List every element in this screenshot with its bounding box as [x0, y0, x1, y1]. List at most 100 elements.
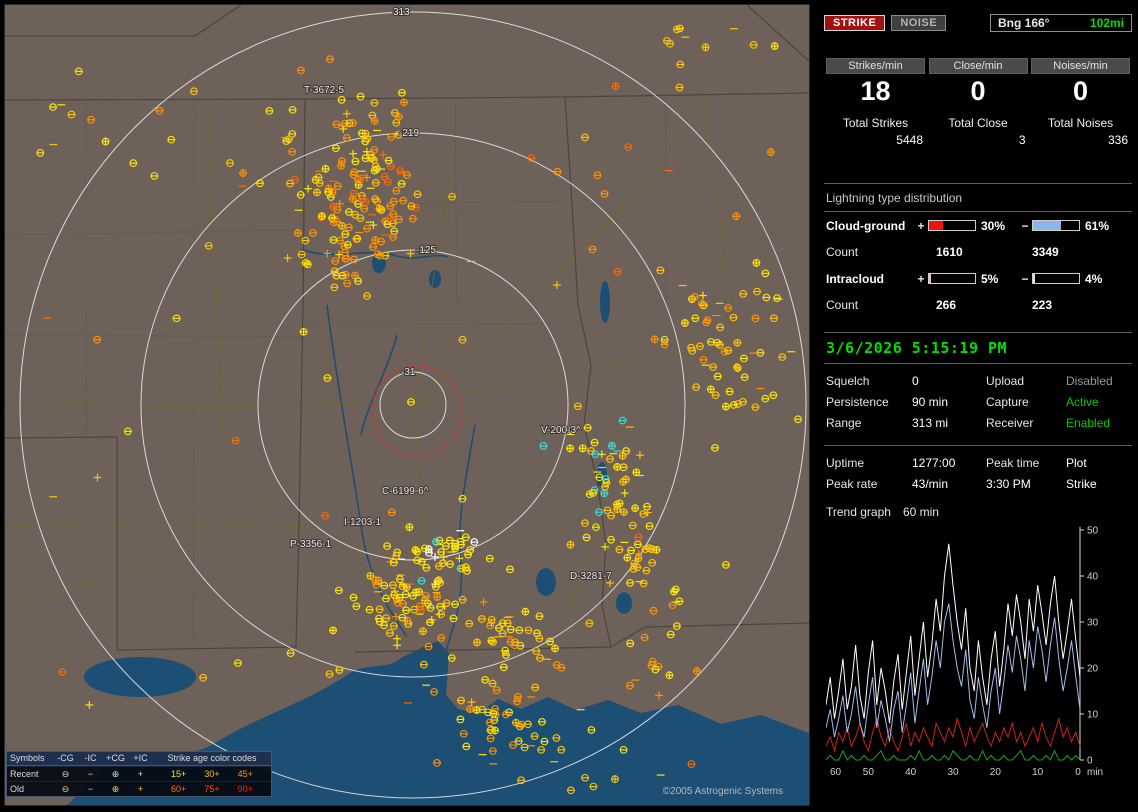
plus-sign: + — [917, 271, 925, 286]
total-noises-label: Total Noises — [1047, 116, 1114, 130]
trend-xtick: 30 — [947, 767, 959, 778]
count-label: Count — [826, 245, 859, 259]
ic-plus-percent: 5% — [981, 271, 999, 286]
trend-series-strikes_per_min — [826, 543, 1081, 724]
strikes-per-min-chip[interactable]: Strikes/min — [826, 58, 925, 74]
ic-plus-bar-fill — [929, 274, 932, 283]
close-per-min-value: 0 — [970, 76, 986, 106]
receiver-status: Enabled — [1066, 415, 1111, 430]
strikes-column: Strikes/min 18 Total Strikes 5448 — [826, 58, 925, 147]
intracloud-count-row: Count 266 223 — [824, 292, 1132, 318]
lake — [536, 568, 556, 596]
peak-rate-row: Peak rate 43/min 3:30 PM Strike — [824, 473, 1132, 494]
trend-x-unit: min — [1087, 767, 1103, 778]
status-row: Persistence 90 min Capture Active — [824, 391, 1132, 412]
legend-symbols-header: Symbols — [10, 753, 45, 763]
noises-per-min-chip[interactable]: Noises/min — [1031, 58, 1130, 74]
cg-minus-percent: 61% — [1085, 218, 1110, 233]
capture-status: Active — [1066, 394, 1099, 409]
strike-button[interactable]: STRIKE — [824, 15, 886, 31]
trend-xtick: 60 — [830, 767, 842, 778]
persistence-value: 90 min — [912, 394, 949, 409]
total-close-label: Total Close — [948, 116, 1008, 130]
cg-minus-bar-fill — [1033, 221, 1062, 230]
lake — [84, 657, 196, 697]
storm-cell-label: C-6199-6^ — [382, 486, 429, 497]
status-row: Range 313 mi Receiver Enabled — [824, 412, 1132, 433]
peak-rate-label: Peak rate — [826, 476, 878, 491]
status-grid: Squelch 0 Upload Disabled Persistence 90… — [824, 370, 1132, 433]
trend-graph: 5040302010060 50 40 30 20 10 0 min — [826, 524, 1126, 780]
trend-xtick: 0 — [1075, 767, 1081, 778]
divider — [824, 445, 1132, 446]
noise-button[interactable]: NOISE — [891, 15, 947, 31]
cg-plus-count: 1610 — [936, 245, 963, 259]
noises-per-min-value: 0 — [1072, 76, 1089, 106]
bearing-readout: Bng 166° 102mi — [990, 14, 1132, 32]
trend-ytick: 30 — [1087, 618, 1099, 629]
upload-status: Disabled — [1066, 373, 1113, 388]
minus-sign: − — [1021, 271, 1029, 286]
trend-xtick: 20 — [990, 767, 1002, 778]
range-ring-label: -31 — [401, 367, 416, 378]
upload-label: Upload — [986, 373, 1025, 388]
close-column: Close/min 0 Total Close 3 — [928, 58, 1028, 147]
status-row: Squelch 0 Upload Disabled — [824, 370, 1132, 391]
trend-ytick: 50 — [1087, 526, 1099, 537]
receiver-label: Receiver — [986, 415, 1034, 430]
legend-row: Old ⊖ − ⊕ +60+ 75+ 90+ — [7, 781, 271, 796]
plus-sign: + — [917, 218, 925, 233]
persistence-label: Persistence — [826, 394, 889, 409]
storm-cell-label: V-200-3^ — [541, 425, 581, 436]
plot-label: Plot — [1066, 455, 1087, 470]
trend-graph-header: Trend graph 60 min — [824, 505, 1132, 519]
trend-xtick: 50 — [863, 767, 875, 778]
cloud-ground-row: Cloud-ground + 30% − 61% — [824, 212, 1132, 239]
capture-label: Capture — [986, 394, 1029, 409]
uptime-row: Uptime 1277:00 Peak time Plot — [824, 452, 1132, 473]
trend-xtick: 40 — [905, 767, 917, 778]
plot-mode-value: Strike — [1066, 476, 1097, 491]
legend-age-header: Strike age color codes — [167, 753, 257, 763]
uptime-grid: Uptime 1277:00 Peak time Plot Peak rate … — [824, 452, 1132, 494]
legend-row: Recent ⊖ − ⊕ +15+ 30+ 45+ — [7, 766, 271, 781]
strikes-per-min-value: 18 — [860, 76, 891, 106]
map-area[interactable]: -31 -125 -219 313 T-3672-5 V-200-3^ C-6199-6^ I… — [4, 4, 810, 806]
range-ring-label: 313 — [393, 7, 410, 18]
cloud-ground-count-row: Count 1610 3349 — [824, 239, 1132, 265]
legend-type-pos-cg: +CG — [106, 753, 125, 763]
trend-series-cloud_ground_neg_per_min — [826, 603, 1081, 742]
peak-time-value: 3:30 PM — [986, 476, 1031, 491]
lightning-map[interactable]: -31 -125 -219 313 T-3672-5 V-200-3^ C-6199-6^ I… — [5, 5, 810, 806]
status-panel: STRIKE NOISE Bng 166° 102mi Strikes/min … — [818, 0, 1138, 812]
count-label: Count — [826, 298, 859, 312]
bearing-distance: 102mi — [1089, 16, 1124, 30]
squelch-value: 0 — [912, 373, 919, 388]
range-ring-label: -219 — [399, 128, 419, 139]
nexstorm-window: -31 -125 -219 313 T-3672-5 V-200-3^ C-6199-6^ I… — [0, 0, 1138, 812]
intracloud-row: Intracloud + 5% − 4% — [824, 265, 1132, 292]
storm-cell-label: P-3356-1 — [290, 539, 332, 550]
trend-ytick: 20 — [1087, 664, 1099, 675]
close-per-min-chip[interactable]: Close/min — [928, 58, 1028, 74]
ic-minus-count: 223 — [1032, 298, 1053, 312]
storm-cell-label: I-1203-1 — [344, 517, 382, 528]
lake — [616, 592, 632, 614]
legend-type-pos-ic: +IC — [133, 753, 148, 763]
divider — [824, 363, 1132, 364]
uptime-value: 1277:00 — [912, 455, 956, 470]
cg-plus-bar-fill — [929, 221, 943, 230]
legend-rows: Recent ⊖ − ⊕ +15+ 30+ 45+ Old ⊖ − ⊕ +60+ 75+ 90+ — [7, 766, 271, 796]
cloud-ground-label: Cloud-ground — [826, 218, 906, 233]
datetime-display: 3/6/2026 5:15:19 PM — [826, 339, 1008, 357]
lake — [429, 270, 441, 288]
trend-window-value[interactable]: 60 min — [903, 505, 939, 519]
ic-minus-bar — [1032, 273, 1080, 284]
noises-column: Noises/min 0 Total Noises 336 — [1031, 58, 1130, 147]
lake — [600, 281, 610, 323]
range-ring-label: -125 — [416, 245, 436, 256]
trend-xtick: 10 — [1032, 767, 1044, 778]
strike-age-legend: Symbols -CG -IC +CG +IC Strike age color… — [6, 751, 272, 797]
range-value: 313 mi — [912, 415, 949, 430]
ic-minus-percent: 4% — [1085, 271, 1103, 286]
